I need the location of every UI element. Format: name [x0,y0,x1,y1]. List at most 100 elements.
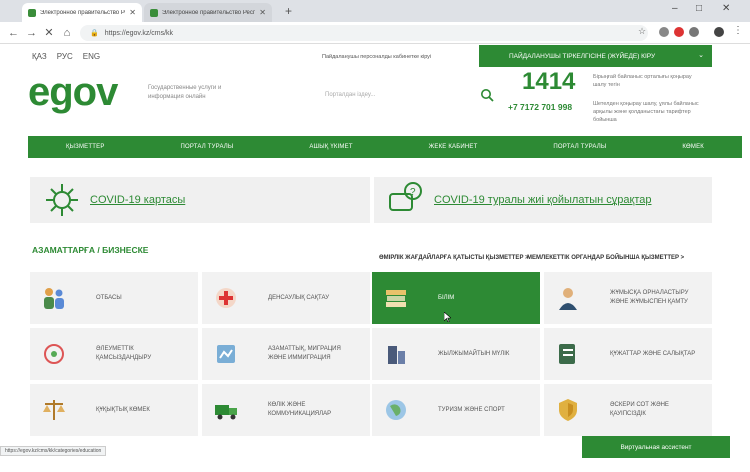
url-text: https://egov.kz/cms/kk [104,29,174,37]
close-tab-icon[interactable]: ✕ [259,8,266,17]
login-button-label: ПАЙДАЛАНУШЫ ТІРКЕЛГІСІНЕ (ЖҮЙЕДЕ) КІРУ [509,52,656,60]
education-icon [386,290,406,307]
forward-icon[interactable]: → [26,27,37,39]
chevron-down-icon: ⌄ [698,52,704,59]
category-label: ДЕНСАУЛЫҚ САҚТАУ [268,294,330,301]
nav-item[interactable]: АШЫҚ ҮКІМЕТ [309,144,352,150]
hotline-number: 1414 [522,68,576,95]
category-label: БІЛІМ [438,294,455,301]
login-button[interactable]: ПАЙДАЛАНУШЫ ТІРКЕЛГІСІНЕ (ЖҮЙЕДЕ) КІРУ ⌄ [479,45,712,67]
category-social[interactable]: ӘЛЕУМЕТТІК ҚАМСЫЗДАНДЫРУ [30,328,198,380]
scales-icon [43,400,65,420]
category-label: ӘСКЕРИ СОТ ЖӘНЕ ҚАУІПСІЗДІК [610,402,669,417]
lang-eng[interactable]: ENG [83,52,100,61]
lang-kaz[interactable]: ҚАЗ [32,52,47,61]
shield-icon [559,399,577,421]
egov-logo[interactable]: egov [28,70,118,114]
stop-icon[interactable]: ✕ [44,26,54,39]
window-close-icon[interactable]: ✕ [722,3,730,14]
phone-description: Шетелден қоңырау шалу, ұялы байланыс арқ… [593,101,699,123]
covid-faq-link[interactable]: COVID-19 туралы жиі қойылатын сұрақтар [434,194,652,206]
covid-map-banner[interactable]: COVID-19 картасы [30,177,370,223]
virtual-assistant-label: Виртуальная ассистент [620,443,692,451]
extension-icon[interactable] [689,27,699,37]
category-security[interactable]: ӘСКЕРИ СОТ ЖӘНЕ ҚАУІПСІЗДІК [544,384,712,436]
menu-dots-icon[interactable]: ⋮ [733,25,743,36]
service-categories-grid: ОТБАСЫ ДЕНСАУЛЫҚ САҚТАУ БІЛІМ ЖҰМЫСҚА ОР… [30,272,712,436]
life-situations-link[interactable]: ӨМІРЛІК ЖАҒДАЙЛАРҒА ҚАТЫСТЫ ҚЫЗМЕТТЕР > [379,255,529,261]
profile-avatar[interactable] [714,27,724,37]
virtual-assistant-button[interactable]: Виртуальная ассистент [582,436,730,458]
section-title: АЗАМАТТАРҒА / БИЗНЕСКЕ [32,245,149,255]
category-label: ОТБАСЫ [96,294,122,301]
lock-icon: 🔒 [90,30,99,37]
browser-tab-inactive[interactable]: Электронное правительство Республики Каз… [144,3,272,22]
category-transport[interactable]: КӨЛІК ЖӘНЕ КОММУНИКАЦИЯЛАР [202,384,370,436]
category-employment[interactable]: ЖҰМЫСҚА ОРНАЛАСТЫРУ ЖӘНЕ ЖҰМЫСПЕН ҚАМТУ [544,272,712,324]
migration-icon [217,345,235,363]
category-label: КӨЛІК ЖӘНЕ КОММУНИКАЦИЯЛАР [268,402,332,417]
svg-text:?: ? [410,187,416,198]
hotline-description: Бірыңғай байланыс орталығы қоңырау шалу … [593,74,692,89]
category-realty[interactable]: ЖЫЛЖЫМАЙТЫН МҮЛІК [372,328,540,380]
category-label: ҚҰЖАТТАР ЖӘНЕ САЛЫҚТАР [610,350,696,357]
lang-rus[interactable]: РУС [57,52,73,61]
new-tab-icon[interactable]: + [285,4,292,18]
social-icon [44,344,64,364]
browser-tabbar: Электронное правительство Республики Каз… [0,0,750,22]
close-tab-icon[interactable]: ✕ [129,8,136,17]
category-label: ТУРИЗМ ЖӘНЕ СПОРТ [438,406,505,413]
category-migration[interactable]: АЗАМАТТЫҚ, МИГРАЦИЯ ЖӘНЕ ИММИГРАЦИЯ [202,328,370,380]
category-label: ҚҰҚЫҚТЫҚ КӨМЕК [96,406,150,413]
documents-icon [559,344,575,364]
tab-title: Электронное правительство Республики Каз… [162,9,256,16]
browser-tab-active[interactable]: Электронное правительство Республики Каз… [22,3,142,22]
logo-text: egov [28,70,118,114]
category-health[interactable]: ДЕНСАУЛЫҚ САҚТАУ [202,272,370,324]
home-icon[interactable]: ⌂ [62,27,72,39]
realty-icon [388,346,405,364]
extension-icon[interactable] [674,27,684,37]
truck-icon [215,405,237,420]
egov-favicon-icon [28,8,36,17]
category-legal[interactable]: ҚҰҚЫҚТЫҚ КӨМЕК [30,384,198,436]
gov-agencies-link[interactable]: МЕМЛЕКЕТТІК ОРГАНДАР БОЙЫНША ҚЫЗМЕТТЕР > [527,255,684,261]
nav-item[interactable]: ПОРТАЛ ТУРАЛЫ [180,144,233,150]
covid-map-link[interactable]: COVID-19 картасы [90,194,185,206]
logo-subtitle: Государственные услуги и информация онла… [148,85,222,100]
globe-icon [386,400,406,420]
status-bar-url: https://egov.kz/cms/kk/categories/educat… [0,446,107,456]
url-input[interactable]: 🔒 https://egov.kz/cms/kk [80,25,648,41]
nav-item[interactable]: ПОРТАЛ ТУРАЛЫ [553,144,606,150]
family-icon [44,288,64,309]
nav-item[interactable]: ЖЕКЕ КАБИНЕТ [429,144,478,150]
minimize-icon[interactable]: – [672,3,678,14]
category-family[interactable]: ОТБАСЫ [30,272,198,324]
mouse-cursor-icon [444,312,451,322]
language-switcher: ҚАЗ РУС ENG [32,52,100,61]
extension-icon[interactable] [659,27,669,37]
nav-item[interactable]: ҚЫЗМЕТТЕР [66,144,105,150]
faq-chat-icon: ? [389,182,422,211]
main-navigation: ҚЫЗМЕТТЕР ПОРТАЛ ТУРАЛЫ АШЫҚ ҮКІМЕТ ЖЕКЕ… [28,136,742,158]
category-label: АЗАМАТТЫҚ, МИГРАЦИЯ ЖӘНЕ ИММИГРАЦИЯ [268,346,341,361]
employment-icon [559,288,577,310]
search-icon[interactable] [480,88,494,102]
health-icon [216,288,236,308]
phone-number: +7 7172 701 998 [508,102,573,112]
category-documents[interactable]: ҚҰЖАТТАР ЖӘНЕ САЛЫҚТАР [544,328,712,380]
star-icon[interactable]: ☆ [638,26,646,37]
virus-icon [46,184,78,216]
category-label: ЖҰМЫСҚА ОРНАЛАСТЫРУ ЖӘНЕ ЖҰМЫСПЕН ҚАМТУ [610,290,689,305]
category-label: ЖЫЛЖЫМАЙТЫН МҮЛІК [438,350,510,357]
tab-title: Электронное правительство Республики Каз… [40,9,125,16]
nav-item[interactable]: КӨМЕК [682,144,704,150]
back-icon[interactable]: ← [8,27,19,39]
category-sport[interactable]: ТУРИЗМ ЖӘНЕ СПОРТ [372,384,540,436]
browser-address-bar: ← → ✕ ⌂ 🔒 https://egov.kz/cms/kk ☆ [0,22,750,44]
covid-faq-banner[interactable]: ? COVID-19 туралы жиі қойылатын сұрақтар [374,177,712,223]
maximize-icon[interactable]: □ [696,3,702,14]
category-education[interactable]: БІЛІМ [372,272,540,324]
login-hint: Пайдаланушы персоналды кабинетке кіруі [322,54,432,60]
search-input[interactable]: Порталдан іздеу... [325,92,375,98]
